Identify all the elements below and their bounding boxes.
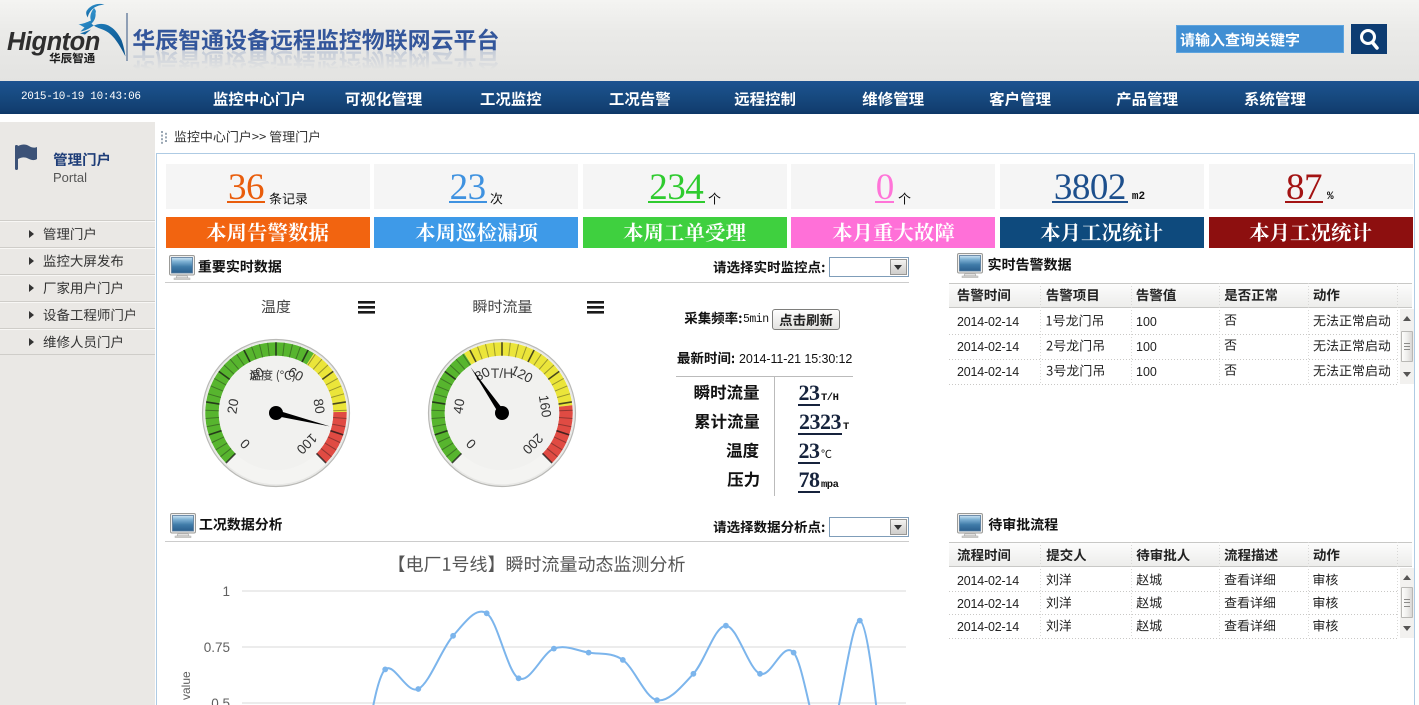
svg-text:T/H: T/H: [491, 365, 514, 381]
svg-text:40: 40: [450, 398, 467, 415]
svg-text:1: 1: [222, 584, 230, 599]
svg-text:0.75: 0.75: [204, 640, 230, 655]
svg-text:0.5: 0.5: [211, 696, 230, 705]
svg-text:20: 20: [224, 398, 241, 415]
svg-text:80: 80: [310, 398, 327, 415]
svg-text:value: value: [179, 671, 193, 700]
